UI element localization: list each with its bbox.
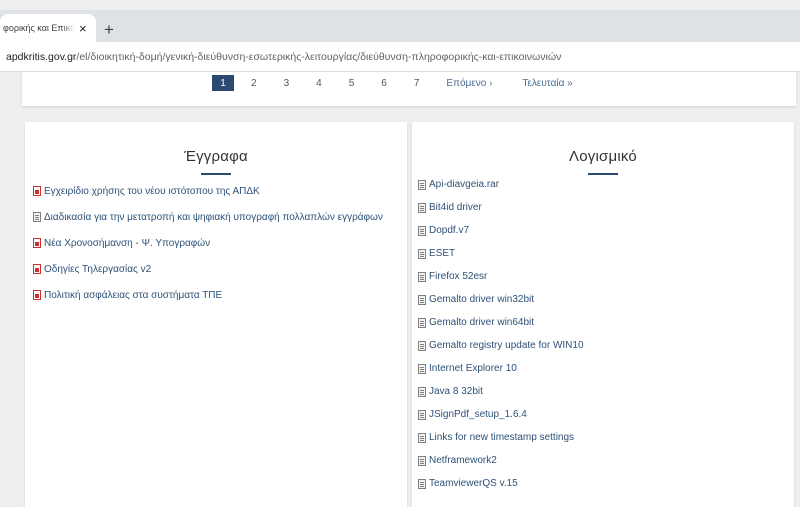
- file-icon: [418, 318, 426, 328]
- file-icon: [418, 456, 426, 466]
- file-icon: [418, 410, 426, 420]
- file-icon: [418, 479, 426, 489]
- software-link[interactable]: Gemalto driver win32bit: [418, 293, 786, 316]
- pdf-icon: [33, 238, 41, 248]
- software-label: Gemalto driver win32bit: [429, 294, 535, 305]
- software-link[interactable]: Dopdf.v7: [418, 224, 786, 247]
- file-icon: [418, 249, 426, 259]
- software-title: Λογισμικό: [569, 148, 637, 165]
- software-link[interactable]: Gemalto registry update for WIN10: [418, 339, 786, 362]
- document-link[interactable]: Πολιτική ασφάλειας στα συστήματα ΤΠΕ: [33, 288, 399, 304]
- file-icon: [418, 433, 426, 443]
- pdf-icon: [33, 186, 41, 196]
- software-label: Firefox 52esr: [429, 271, 488, 282]
- url-path: /el/διοικητική-δομή/γενική-διεύθυνση-εσω…: [76, 50, 562, 63]
- document-label: Πολιτική ασφάλειας στα συστήματα ΤΠΕ: [44, 290, 223, 301]
- file-icon: [418, 387, 426, 397]
- pdf-icon: [33, 290, 41, 300]
- document-label: Διαδικασία για την μετατροπή και ψηφιακή…: [44, 212, 383, 223]
- pagination-card: 1 2 3 4 5 6 7 Επόμενο › Τελευταία »: [22, 72, 796, 106]
- document-link[interactable]: Εγχειρίδιο χρήσης του νέου ιστότοπου της…: [33, 184, 399, 200]
- software-link[interactable]: Api-diavgeia.rar: [418, 178, 786, 201]
- documents-title: Έγγραφα: [184, 148, 248, 165]
- software-link[interactable]: TeamviewerQS v.15: [418, 477, 786, 500]
- software-link[interactable]: ESET: [418, 247, 786, 270]
- new-tab-icon[interactable]: +: [104, 21, 114, 38]
- software-link[interactable]: Netframework2: [418, 454, 786, 477]
- software-label: JSignPdf_setup_1.6.4: [429, 409, 527, 420]
- software-label: ESET: [429, 248, 456, 259]
- software-link[interactable]: Links for new timestamp settings: [418, 431, 786, 454]
- close-tab-icon[interactable]: ×: [79, 22, 87, 35]
- tab-title: φορικής και Επικοινωνιών: [3, 23, 75, 33]
- software-title-underline: [588, 173, 618, 175]
- document-link[interactable]: Νέα Χρονοσήμανση - Ψ. Υπογραφών: [33, 236, 399, 252]
- file-icon: [418, 272, 426, 282]
- pagination-page-2[interactable]: 2: [251, 78, 257, 89]
- pagination-page-3[interactable]: 3: [284, 78, 290, 89]
- browser-tab[interactable]: φορικής και Επικοινωνιών ×: [0, 14, 96, 42]
- file-icon: [33, 212, 41, 222]
- software-label: TeamviewerQS v.15: [429, 478, 518, 489]
- pagination-page-7[interactable]: 7: [414, 78, 420, 89]
- documents-title-underline: [201, 173, 231, 175]
- software-label: Java 8 32bit: [429, 386, 483, 397]
- pagination-page-1[interactable]: 1: [212, 75, 234, 91]
- file-icon: [418, 203, 426, 213]
- document-label: Νέα Χρονοσήμανση - Ψ. Υπογραφών: [44, 238, 211, 249]
- software-label: Links for new timestamp settings: [429, 432, 575, 443]
- browser-tab-bar: φορικής και Επικοινωνιών × +: [0, 10, 800, 42]
- documents-list: Εγχειρίδιο χρήσης του νέου ιστότοπου της…: [33, 184, 399, 314]
- pagination-page-5[interactable]: 5: [349, 78, 355, 89]
- document-link[interactable]: Οδηγίες Τηλεργασίας v2: [33, 262, 399, 278]
- software-label: Netframework2: [429, 455, 497, 466]
- software-link[interactable]: Gemalto driver win64bit: [418, 316, 786, 339]
- software-label: Api-diavgeia.rar: [429, 179, 500, 190]
- software-label: Gemalto registry update for WIN10: [429, 340, 584, 351]
- software-link[interactable]: Bit4id driver: [418, 201, 786, 224]
- file-icon: [418, 341, 426, 351]
- software-label: Bit4id driver: [429, 202, 482, 213]
- pagination-next-link[interactable]: Επόμενο ›: [446, 78, 492, 89]
- software-panel: Λογισμικό Api-diavgeia.rar Bit4id driver D…: [412, 122, 794, 507]
- pagination-page-6[interactable]: 6: [381, 78, 387, 89]
- file-icon: [418, 295, 426, 305]
- software-label: Dopdf.v7: [429, 225, 470, 236]
- file-icon: [418, 226, 426, 236]
- url-host: apdkritis.gov.gr: [6, 50, 77, 63]
- pagination: 1 2 3 4 5 6 7 Επόμενο › Τελευταία »: [212, 75, 600, 91]
- software-link[interactable]: Firefox 52esr: [418, 270, 786, 293]
- software-link[interactable]: Java 8 32bit: [418, 385, 786, 408]
- document-label: Οδηγίες Τηλεργασίας v2: [44, 264, 152, 275]
- file-icon: [418, 180, 426, 190]
- documents-panel: Έγγραφα Εγχειρίδιο χρήσης του νέου ιστότ…: [25, 122, 407, 507]
- software-link[interactable]: Internet Explorer 10: [418, 362, 786, 385]
- file-icon: [418, 364, 426, 374]
- page-content: 1 2 3 4 5 6 7 Επόμενο › Τελευταία » Έγγραφα Εγχ…: [0, 72, 800, 507]
- pdf-icon: [33, 264, 41, 274]
- pagination-page-4[interactable]: 4: [316, 78, 322, 89]
- document-link[interactable]: Διαδικασία για την μετατροπή και ψηφιακή…: [33, 210, 399, 226]
- document-label: Εγχειρίδιο χρήσης του νέου ιστότοπου της…: [44, 186, 260, 197]
- software-label: Internet Explorer 10: [429, 363, 517, 374]
- software-link[interactable]: JSignPdf_setup_1.6.4: [418, 408, 786, 431]
- software-list: Api-diavgeia.rar Bit4id driver Dopdf.v7 ESE…: [418, 178, 786, 500]
- pagination-last-link[interactable]: Τελευταία »: [522, 78, 572, 89]
- address-bar[interactable]: apdkritis.gov.gr/el/διοικητική-δομή/γενι…: [0, 42, 800, 72]
- software-label: Gemalto driver win64bit: [429, 317, 535, 328]
